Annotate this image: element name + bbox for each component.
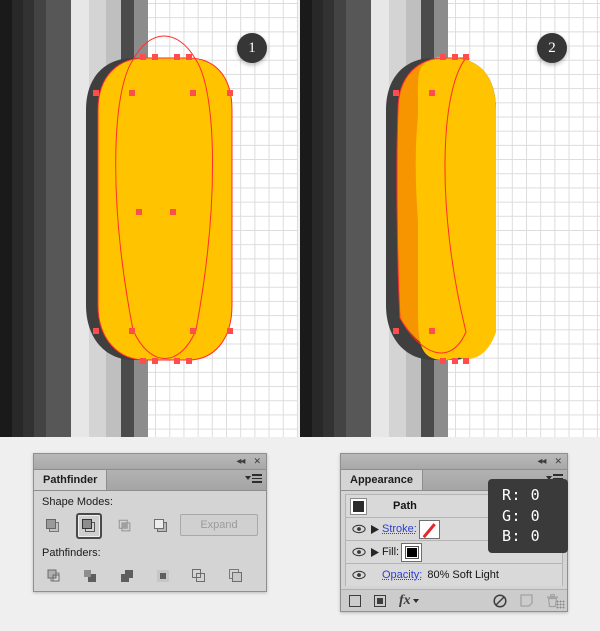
expand-button-label: Expand — [200, 519, 238, 531]
step-badge-2-label: 2 — [548, 39, 556, 56]
step-badge-2: 2 — [537, 33, 567, 63]
divide-icon — [47, 569, 60, 582]
triangle-right-icon — [371, 547, 379, 557]
tab-pathfinder[interactable]: Pathfinder — [34, 470, 108, 490]
visibility-eye-icon[interactable] — [350, 547, 368, 557]
tab-pathfinder-label: Pathfinder — [43, 474, 98, 486]
eye-icon — [352, 547, 366, 557]
collapse-icon[interactable]: ◂◂ — [236, 456, 245, 467]
appearance-row-opacity[interactable]: Opacity: 80% Soft Light — [345, 563, 563, 586]
crop-icon — [157, 570, 170, 582]
rgb-b-value: B: 0 — [502, 527, 541, 546]
chevron-down-icon — [245, 476, 251, 481]
outline-icon — [192, 569, 206, 582]
minus-front-button[interactable] — [76, 513, 102, 539]
visibility-eye-icon[interactable] — [350, 524, 368, 534]
add-new-fill-button[interactable] — [374, 594, 386, 607]
shape-modes-label: Shape Modes: — [42, 496, 113, 508]
duplicate-item-button[interactable] — [520, 594, 533, 607]
intersect-icon — [118, 519, 131, 532]
exclude-button[interactable] — [148, 513, 174, 539]
step-badge-1: 1 — [237, 33, 267, 63]
appearance-body: Path Stroke: Fill: Opacity: 80% Soft Lig… — [341, 479, 568, 611]
appearance-row-opacity-value: 80% Soft Light — [427, 569, 499, 581]
pathfinders-label: Pathfinders: — [42, 547, 101, 559]
minus-front-icon — [82, 519, 95, 532]
pathfinder-body: Shape Modes: Expand Pathfinders: — [34, 491, 266, 591]
minus-back-button[interactable] — [224, 563, 248, 589]
exclude-icon — [154, 519, 167, 532]
eye-icon — [352, 570, 366, 580]
step-badge-1-label: 1 — [248, 39, 256, 56]
eye-icon — [352, 524, 366, 534]
appearance-row-opacity-label[interactable]: Opacity: — [382, 569, 422, 581]
rgb-r-value: R: 0 — [502, 486, 541, 504]
vector-artwork-1 — [86, 35, 233, 364]
disclosure-triangle-icon[interactable] — [368, 524, 382, 534]
trim-button[interactable] — [78, 563, 102, 589]
minus-back-icon — [228, 569, 242, 582]
no-symbol-icon — [493, 593, 507, 608]
appearance-list: Path Stroke: Fill: Opacity: 80% Soft Lig… — [341, 479, 568, 586]
appearance-panel: ◂◂ ✕ Appearance Path Stroke: Fill: Opaci… — [340, 453, 568, 612]
pathfinder-tabbar: Pathfinder — [34, 470, 266, 491]
clear-appearance-button[interactable] — [493, 593, 507, 608]
unite-button[interactable] — [40, 513, 66, 539]
illustration-canvas-area: 1 2 — [0, 0, 600, 437]
pathfinder-panel: ◂◂ ✕ Pathfinder Shape Modes: Expand Path… — [33, 453, 267, 592]
add-effect-button[interactable]: fx — [399, 593, 419, 609]
resize-grip[interactable] — [556, 600, 565, 609]
stroke-none-swatch[interactable] — [418, 519, 440, 539]
rgb-g-value: G: 0 — [502, 506, 541, 525]
disclosure-triangle-icon[interactable] — [368, 547, 382, 557]
appearance-footer-toolbar: fx — [341, 589, 567, 611]
triangle-right-icon — [371, 524, 379, 534]
close-icon[interactable]: ✕ — [554, 457, 562, 466]
merge-icon — [120, 570, 133, 582]
trim-icon — [84, 570, 97, 582]
outline-button[interactable] — [187, 563, 211, 589]
path-thumbnail-icon — [350, 497, 367, 515]
visibility-eye-icon[interactable] — [350, 570, 368, 580]
appearance-row-path-label: Path — [393, 500, 417, 512]
duplicate-icon — [520, 594, 533, 607]
tab-appearance-label: Appearance — [350, 474, 413, 486]
crop-button[interactable] — [151, 563, 175, 589]
appearance-titlebar[interactable]: ◂◂ ✕ — [341, 454, 567, 470]
app-root: 1 2 ◂◂ ✕ Pathfinder Shape Modes: Expand … — [0, 0, 600, 631]
expand-button[interactable]: Expand — [180, 514, 258, 536]
unite-icon — [46, 519, 59, 532]
illustration-step-2: 2 — [300, 0, 600, 437]
hamburger-menu-icon — [252, 474, 262, 483]
illustration-step-1: 1 — [0, 0, 298, 437]
merge-button[interactable] — [115, 563, 139, 589]
close-icon[interactable]: ✕ — [253, 457, 261, 466]
appearance-row-fill-label: Fill: — [382, 546, 400, 558]
fill-color-swatch[interactable] — [401, 542, 423, 562]
appearance-row-stroke-label[interactable]: Stroke: — [382, 523, 417, 535]
panel-menu-button[interactable] — [245, 474, 262, 483]
shape-modes-row: Expand — [34, 510, 266, 542]
pathfinder-titlebar[interactable]: ◂◂ ✕ — [34, 454, 266, 470]
chevron-down-icon — [412, 598, 419, 603]
intersect-button[interactable] — [112, 513, 138, 539]
vector-artwork-2 — [386, 54, 496, 364]
rgb-readout-tooltip: R: 0 G: 0 B: 0 — [488, 479, 568, 554]
divide-button[interactable] — [42, 563, 66, 589]
collapse-icon[interactable]: ◂◂ — [537, 456, 546, 467]
fx-label: fx — [399, 592, 411, 608]
pathfinders-row — [34, 561, 266, 591]
tab-appearance[interactable]: Appearance — [341, 470, 423, 490]
add-new-stroke-button[interactable] — [349, 594, 361, 607]
